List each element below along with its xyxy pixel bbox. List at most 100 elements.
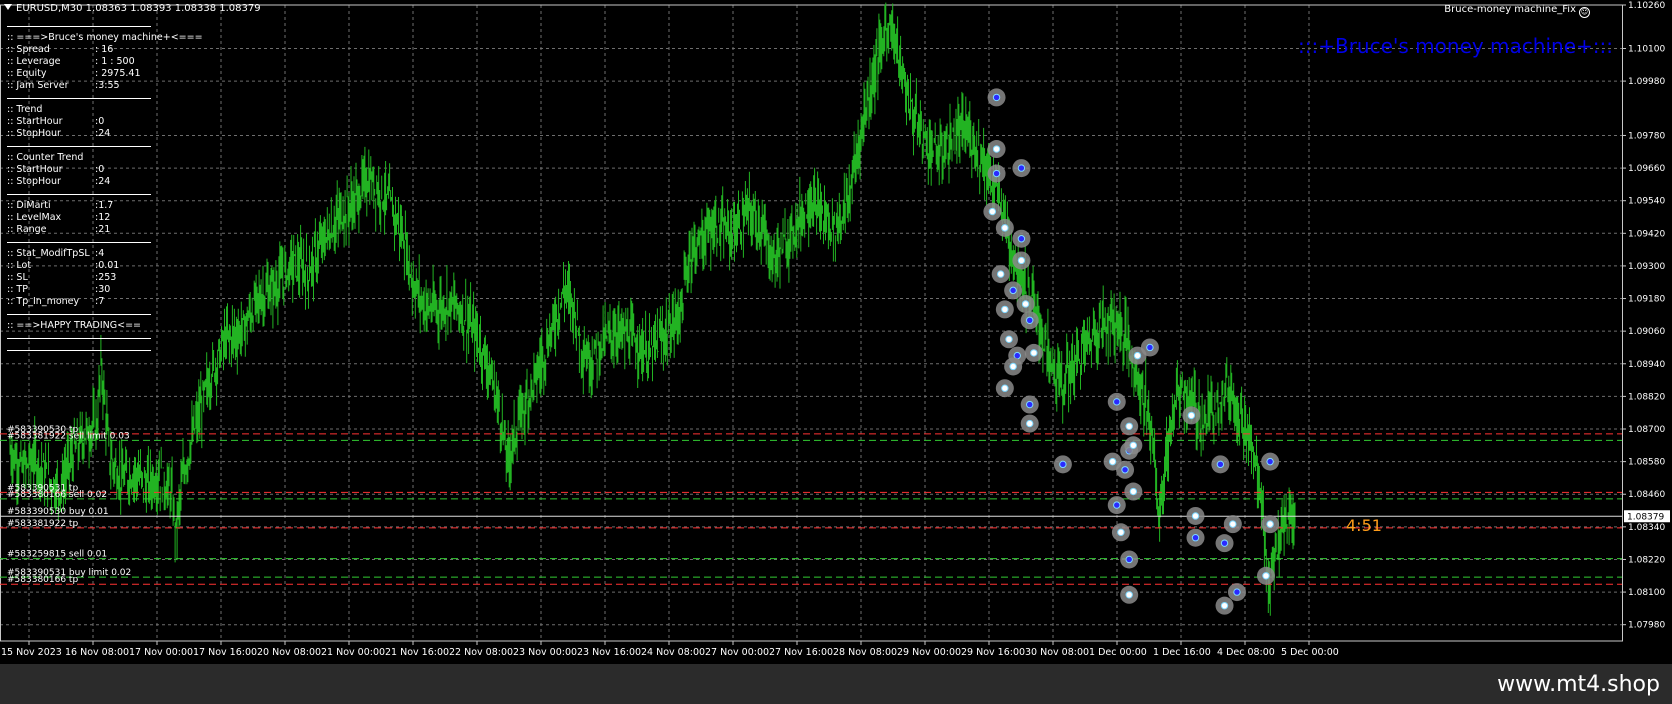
trade-marker-dot <box>1117 528 1125 536</box>
dropdown-triangle-icon[interactable] <box>4 4 12 10</box>
trade-marker-dot <box>1262 572 1270 580</box>
trade-marker-dot <box>1233 588 1241 596</box>
trade-marker-dot <box>992 145 1001 153</box>
panel-row: :: ===>Bruce's money machine+<=== <box>7 32 203 44</box>
symbol-header: EURUSD,M30 1.08363 1.08393 1.08338 1.083… <box>4 3 261 14</box>
panel-separator <box>7 20 151 32</box>
time-tick-label: 15 Nov 2023 <box>1 647 62 658</box>
time-tick-label: 28 Nov 08:00 <box>833 647 897 658</box>
panel-separator <box>7 236 151 248</box>
time-tick-label: 24 Nov 08:00 <box>641 647 705 658</box>
panel-separator <box>7 92 151 104</box>
price-tick-label: 1.09780 <box>1628 131 1665 141</box>
trade-marker-dot <box>1001 224 1009 232</box>
trade-marker-dot <box>1129 441 1138 450</box>
panel-key: :: ==>HAPPY TRADING<== <box>7 320 141 331</box>
panel-separator <box>7 308 151 320</box>
price-tick-label: 1.09180 <box>1628 295 1665 305</box>
price-tick-label: 1.09660 <box>1628 164 1665 174</box>
trade-marker-dot <box>1229 520 1237 528</box>
time-tick-label: 21 Nov 00:00 <box>321 647 385 658</box>
price-tick-label: 1.08100 <box>1628 588 1665 598</box>
time-tick-label: 17 Nov 00:00 <box>129 647 193 658</box>
price-tick-label: 1.10260 <box>1628 1 1665 11</box>
order-line-label: #583380166 tp <box>7 575 78 585</box>
trade-marker-dot <box>1125 422 1133 430</box>
panel-value: :253 <box>95 272 117 283</box>
time-tick-label: 21 Nov 16:00 <box>385 647 449 658</box>
order-line-label: #583390530 buy 0.01 <box>7 507 109 517</box>
price-tick-label: 1.08580 <box>1628 458 1665 468</box>
trade-marker-dot <box>1266 520 1274 528</box>
price-tick-label: 1.08700 <box>1628 425 1665 435</box>
panel-value: :21 <box>95 224 111 235</box>
panel-key: :: Jam Server <box>7 80 69 91</box>
time-tick-label: 1 Dec 00:00 <box>1089 647 1147 658</box>
time-tick-label: 20 Nov 08:00 <box>257 647 321 658</box>
trade-marker-dot <box>988 207 997 216</box>
panel-key: :: Trend <box>7 104 43 115</box>
time-tick-label: 29 Nov 00:00 <box>897 647 961 658</box>
panel-key: :: Leverage <box>7 56 61 67</box>
panel-value: : 16 <box>95 44 114 55</box>
symbol-line: EURUSD,M30 1.08363 1.08393 1.08338 1.083… <box>16 3 261 14</box>
panel-value: :0.01 <box>95 260 120 271</box>
trade-marker-dot <box>996 270 1005 278</box>
trade-marker-dot <box>1133 351 1142 360</box>
order-line-label: #583381922 sell limit 0.03 <box>7 431 130 441</box>
bar-countdown: 4:51 <box>1346 516 1382 535</box>
price-tick-label: 1.09540 <box>1628 197 1665 207</box>
trade-marker-dot <box>1026 419 1034 428</box>
panel-value: :30 <box>95 284 111 295</box>
time-tick-label: 30 Nov 08:00 <box>1025 647 1089 658</box>
panel-row: :: StopHour:24 <box>7 128 141 140</box>
panel-row: :: Spread : 16 <box>7 44 141 56</box>
time-tick-label: 29 Nov 16:00 <box>961 647 1025 658</box>
trade-marker-dot <box>1017 256 1026 265</box>
panel-key: :: StopHour <box>7 176 61 187</box>
expert-advisor-label[interactable]: Bruce-money machine_Fix ☺ <box>1444 4 1590 18</box>
panel-key: :: Range <box>7 224 47 235</box>
panel-row: :: Stat_ModifTpSL:4 <box>7 248 141 260</box>
panel-key: :: ===>Bruce's money machine+<=== <box>7 32 203 43</box>
panel-row: :: StartHour:0 <box>7 164 141 176</box>
price-tick-label: 1.08340 <box>1628 523 1665 533</box>
panel-separator <box>7 188 151 200</box>
panel-row: :: Lot :0.01 <box>7 260 141 272</box>
trade-marker-dot <box>1005 335 1013 344</box>
current-price-label: 1.08379 <box>1627 513 1664 523</box>
time-tick-label: 27 Nov 00:00 <box>705 647 769 658</box>
panel-key: :: Spread <box>7 44 50 55</box>
price-tick-label: 1.08460 <box>1628 490 1665 500</box>
trade-marker-dot <box>1220 601 1229 610</box>
ea-name: Bruce-money machine_Fix <box>1444 4 1576 15</box>
panel-separator <box>7 332 151 344</box>
panel-key: :: Lot <box>7 260 32 271</box>
price-tick-label: 1.10100 <box>1628 44 1665 54</box>
trade-marker-dot <box>1001 384 1009 392</box>
trade-marker-dot <box>1187 411 1196 420</box>
panel-key: :: LevelMax <box>7 212 62 223</box>
trade-marker-dot <box>1121 466 1129 474</box>
panel-value: :0 <box>95 116 105 127</box>
price-tick-label: 1.07980 <box>1628 621 1665 631</box>
brand-title: :::+Bruce's money machine+::: <box>1298 34 1613 58</box>
time-tick-label: 22 Nov 08:00 <box>449 647 513 658</box>
panel-value: : 1 : 500 <box>95 56 135 67</box>
time-tick-label: 27 Nov 16:00 <box>769 647 833 658</box>
panel-row: :: Counter Trend <box>7 152 141 164</box>
time-tick-label: 1 Dec 16:00 <box>1153 647 1211 658</box>
smiley-icon[interactable]: ☺ <box>1579 7 1590 18</box>
time-tick-label: 4 Dec 08:00 <box>1217 647 1275 658</box>
price-tick-label: 1.09980 <box>1628 77 1665 87</box>
panel-key: :: TP <box>7 284 28 295</box>
price-chart[interactable]: #583390530 tp#583381922 sell limit 0.03#… <box>0 0 1672 704</box>
order-line-label: #583259815 sell 0.01 <box>7 550 107 560</box>
panel-row: :: StopHour:24 <box>7 176 141 188</box>
price-tick-label: 1.08820 <box>1628 392 1665 402</box>
order-line-label: #583380166 sell 0.02 <box>7 490 107 500</box>
candlestick-series <box>9 2 1296 616</box>
trade-marker-dot <box>1059 460 1067 469</box>
panel-key: :: Equity <box>7 68 47 79</box>
trade-marker-dot <box>1220 539 1229 547</box>
